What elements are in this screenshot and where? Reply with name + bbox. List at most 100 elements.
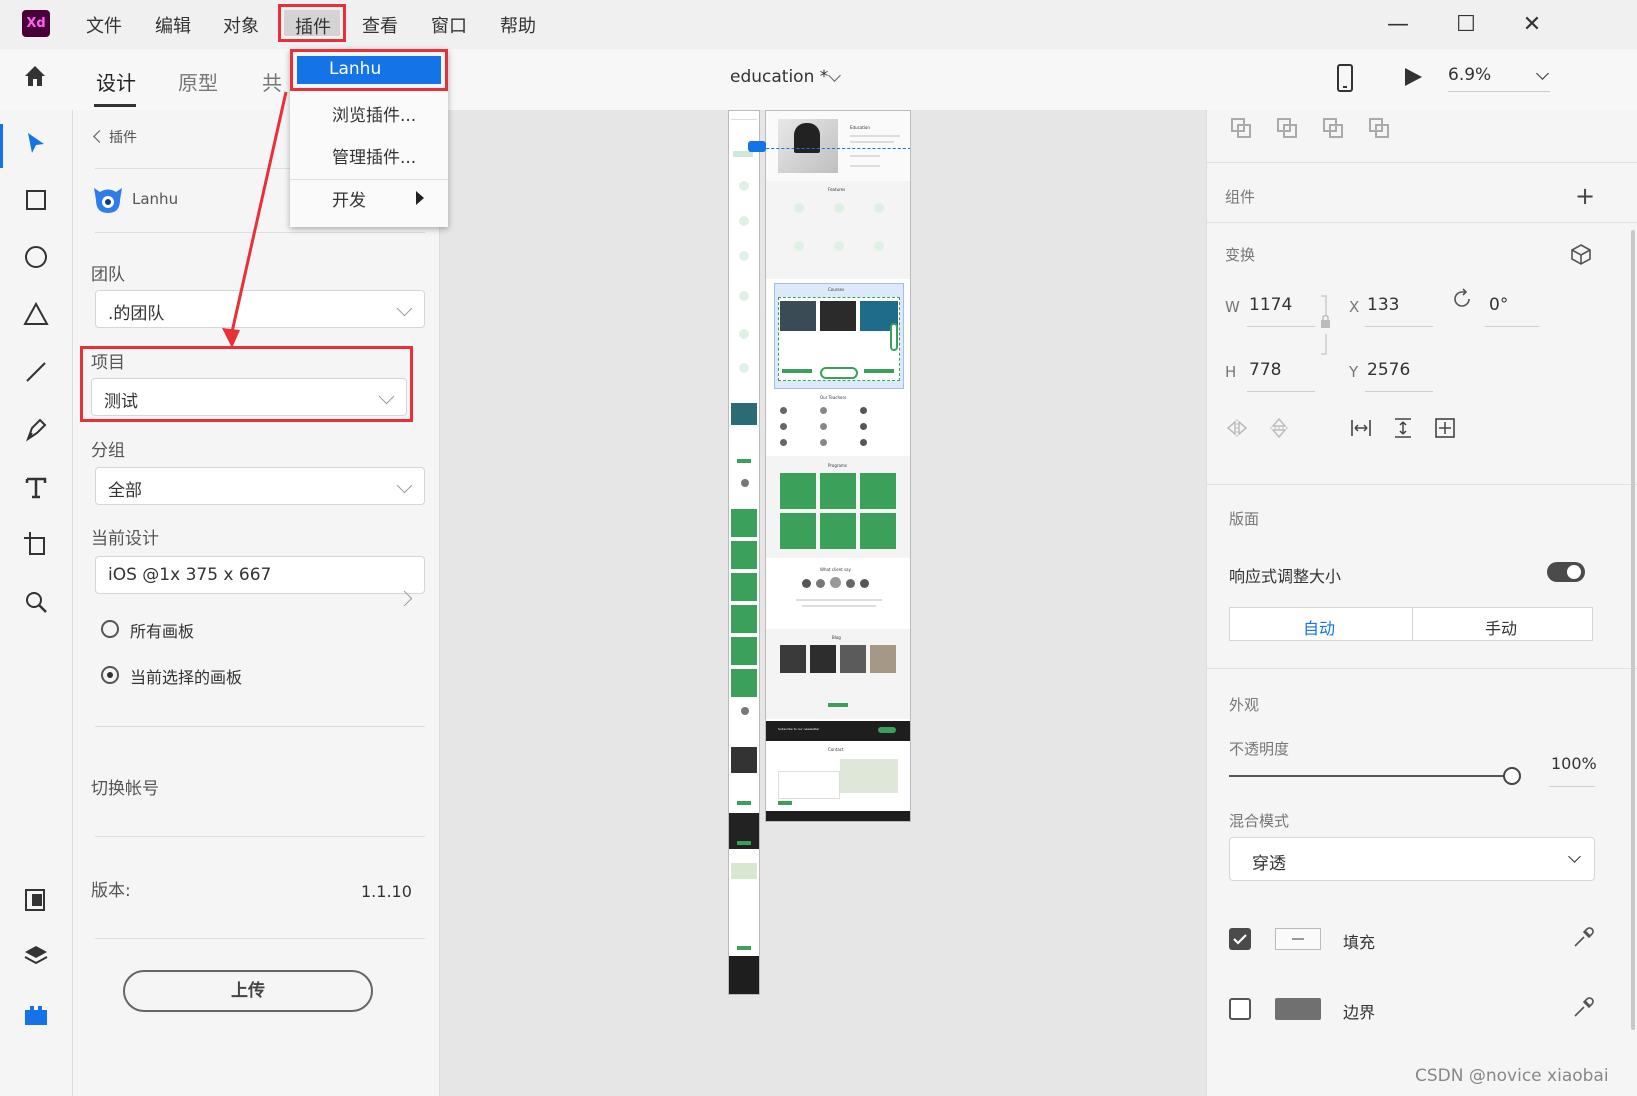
- map-image: [840, 759, 898, 793]
- back-chevron-icon[interactable]: [93, 130, 106, 143]
- text-tool-icon[interactable]: [20, 471, 52, 503]
- flip-horizontal-icon[interactable]: [1225, 416, 1249, 440]
- group-label: 分组: [91, 441, 125, 461]
- 3d-transform-icon[interactable]: [1569, 242, 1593, 266]
- lock-aspect-icon[interactable]: [1319, 294, 1331, 356]
- play-icon[interactable]: [1402, 66, 1424, 88]
- group-select[interactable]: 全部: [95, 467, 425, 505]
- rectangle-tool-icon[interactable]: [20, 184, 52, 216]
- menu-window[interactable]: 窗口: [431, 12, 467, 38]
- h-value[interactable]: 778: [1249, 360, 1281, 380]
- radio-selected-artboard[interactable]: [101, 666, 119, 684]
- project-label: 项目: [91, 353, 125, 373]
- opacity-label: 不透明度: [1229, 740, 1290, 758]
- radio-all-artboards[interactable]: [101, 620, 119, 638]
- artboard-tool-icon[interactable]: [20, 528, 52, 560]
- menu-item-development[interactable]: 开发: [332, 186, 366, 211]
- tab-design[interactable]: 设计: [96, 67, 136, 96]
- layers-icon[interactable]: [20, 940, 52, 972]
- desktop-artboard[interactable]: Education Features Courses Our Teachers: [765, 110, 911, 822]
- border-swatch[interactable]: [1275, 998, 1321, 1020]
- design-canvas[interactable]: Education Features Courses Our Teachers: [440, 110, 1205, 1096]
- team-value: .的团队: [108, 304, 165, 324]
- distribute-horizontal-icon[interactable]: [1349, 416, 1373, 440]
- selection-handle[interactable]: [748, 141, 766, 152]
- menu-item-lanhu[interactable]: Lanhu: [290, 49, 448, 91]
- upload-button[interactable]: 上传: [123, 970, 373, 1012]
- pen-tool-icon[interactable]: [20, 413, 52, 445]
- plugin-name: Lanhu: [132, 190, 179, 208]
- boolean-intersect-icon[interactable]: [1321, 116, 1345, 140]
- menu-plugins[interactable]: 插件: [278, 4, 346, 42]
- menu-file[interactable]: 文件: [86, 12, 122, 38]
- scrollbar[interactable]: [1631, 230, 1635, 1030]
- section-blog-title: Blog: [832, 635, 841, 640]
- tab-share[interactable]: 共: [262, 67, 282, 96]
- switch-account-link[interactable]: 切换帐号: [91, 774, 159, 799]
- w-value[interactable]: 1174: [1249, 295, 1292, 315]
- line-tool-icon[interactable]: [20, 356, 52, 388]
- title-bar: Xd 文件 编辑 对象 插件 查看 窗口 帮助 — ☐ ✕: [0, 0, 1637, 49]
- blend-mode-select[interactable]: 穿透: [1229, 837, 1595, 881]
- flip-vertical-icon[interactable]: [1267, 416, 1291, 440]
- align-icon[interactable]: [1229, 116, 1253, 140]
- zoom-level[interactable]: 6.9%: [1448, 65, 1491, 85]
- fill-checkbox[interactable]: [1229, 928, 1251, 950]
- radio-selected-label: 当前选择的画板: [130, 668, 243, 687]
- eyedropper-icon[interactable]: [1571, 996, 1595, 1020]
- plugins-panel-icon[interactable]: [20, 998, 52, 1030]
- rotation-value[interactable]: 0°: [1489, 295, 1508, 315]
- menu-edit[interactable]: 编辑: [155, 12, 191, 38]
- select-tool-icon[interactable]: [20, 128, 52, 160]
- polygon-tool-icon[interactable]: [20, 298, 52, 330]
- home-icon[interactable]: [22, 63, 48, 89]
- plugins-menu: Lanhu 浏览插件... 管理插件... 开发: [290, 49, 448, 227]
- checkmark-icon: [1233, 934, 1247, 945]
- fit-content-icon[interactable]: [1433, 416, 1457, 440]
- menu-help[interactable]: 帮助: [500, 12, 536, 38]
- x-value[interactable]: 133: [1367, 295, 1399, 315]
- component-label: 组件: [1225, 188, 1256, 206]
- minimize-button[interactable]: —: [1383, 10, 1413, 40]
- team-label: 团队: [91, 265, 125, 285]
- assets-icon[interactable]: [20, 884, 52, 916]
- team-select[interactable]: .的团队: [95, 290, 425, 328]
- zoom-tool-icon[interactable]: [20, 586, 52, 618]
- responsive-toggle[interactable]: [1547, 562, 1585, 582]
- manual-option[interactable]: 手动: [1485, 615, 1517, 639]
- eyedropper-icon[interactable]: [1571, 926, 1595, 950]
- project-value: 测试: [104, 392, 138, 412]
- device-preview-icon[interactable]: [1336, 64, 1354, 92]
- ellipse-tool-icon[interactable]: [20, 241, 52, 273]
- current-design-select[interactable]: iOS @1x 375 x 667: [95, 556, 425, 607]
- add-component-icon[interactable]: +: [1575, 182, 1595, 210]
- opacity-slider-track[interactable]: [1229, 775, 1509, 777]
- boolean-subtract-icon[interactable]: [1275, 116, 1299, 140]
- y-value[interactable]: 2576: [1367, 360, 1410, 380]
- plugin-back-link[interactable]: 插件: [109, 127, 137, 147]
- transform-label: 变换: [1225, 246, 1256, 264]
- opacity-value[interactable]: 100%: [1551, 754, 1597, 773]
- auto-option[interactable]: 自动: [1303, 615, 1335, 639]
- border-checkbox[interactable]: [1229, 998, 1251, 1020]
- menu-view[interactable]: 查看: [362, 12, 398, 38]
- menu-object[interactable]: 对象: [223, 12, 259, 38]
- distribute-vertical-icon[interactable]: [1391, 416, 1415, 440]
- chevron-down-icon[interactable]: [828, 69, 841, 82]
- maximize-button[interactable]: ☐: [1451, 10, 1481, 40]
- boolean-exclude-icon[interactable]: [1367, 116, 1391, 140]
- opacity-slider-thumb[interactable]: [1503, 767, 1521, 785]
- tab-prototype[interactable]: 原型: [178, 67, 218, 96]
- fill-swatch[interactable]: [1275, 928, 1321, 950]
- menu-item-browse-plugins[interactable]: 浏览插件...: [332, 101, 416, 126]
- zoom-chevron-icon[interactable]: [1536, 67, 1549, 80]
- menu-item-manage-plugins[interactable]: 管理插件...: [332, 143, 416, 168]
- close-button[interactable]: ✕: [1517, 10, 1547, 40]
- section-newsletter-title: Subscribe to our newsletter: [778, 727, 820, 731]
- mobile-artboard[interactable]: [728, 110, 760, 995]
- project-select[interactable]: 测试: [91, 378, 407, 416]
- document-title[interactable]: education *: [730, 67, 828, 87]
- border-label: 边界: [1343, 1003, 1376, 1022]
- mode-bar: 设计 原型 共 education * 6.9%: [0, 49, 1637, 111]
- current-design-value: iOS @1x 375 x 667: [108, 565, 272, 585]
